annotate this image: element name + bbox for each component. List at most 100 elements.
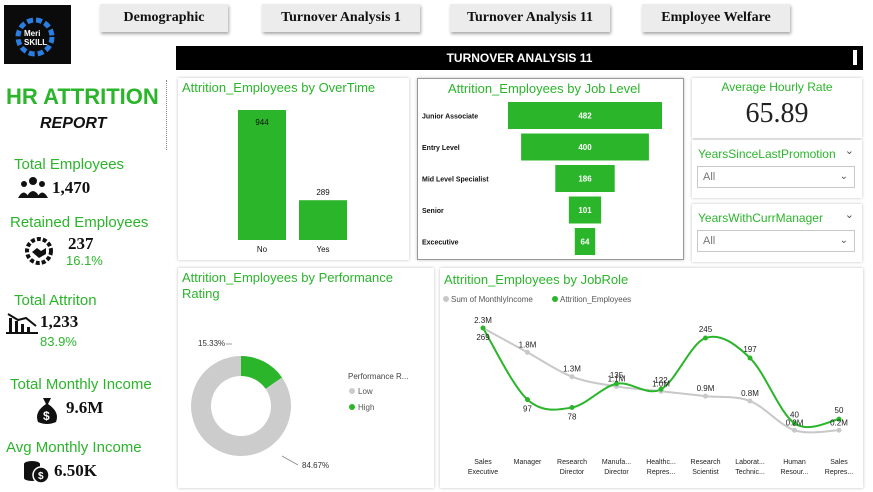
performance-legend-label[interactable]: High [358,403,374,412]
joblevel-chart-card: Attrition_Employees by Job Level 482 Juni… [417,78,684,260]
jobrole-category-label: Laborat... [735,459,765,466]
jobrole-legend-label[interactable]: Sum of MonthlyIncome [451,295,533,304]
attrition-data-label: 50 [835,406,844,415]
avg-income-value: 6.50K [54,461,97,480]
jobrole-category-label: Technic... [735,469,765,476]
jobrole-category-label: Sales [474,459,492,466]
income-point[interactable] [525,349,530,355]
svg-text:$: $ [43,409,50,423]
attrition-label: Total Attriton [14,292,97,309]
jobrole-category-label: Sales [830,459,848,466]
attrition-value: 1,233 [40,312,79,331]
joblevel-value-label: 482 [578,112,592,121]
joblevel-value-label: 64 [581,238,590,247]
performance-legend-label[interactable]: Low [358,387,373,396]
chevron-down-icon[interactable]: ⌄ [845,144,854,157]
joblevel-value-label: 186 [578,175,592,184]
income-data-label: 1.3M [563,365,581,374]
avg-hourly-card: Average Hourly Rate 65.89 [692,78,862,138]
report-subtitle: REPORT [40,115,107,132]
attrition-data-label: 197 [743,345,757,354]
income-data-label: 0.9M [697,384,715,393]
attrition-point[interactable] [703,335,708,341]
attrition-data-label: 135 [610,371,624,380]
jobrole-legend-marker [552,296,558,302]
performance-slice-label: 84.67% [302,461,329,470]
jobrole-category-label: Scientist [692,469,719,476]
manager-dropdown[interactable]: All ⌄ [697,230,855,252]
people-icon [18,177,48,198]
income-point[interactable] [747,398,753,404]
performance-chart: 15.33% 84.67% Performance R... Low High [191,339,408,470]
attrition-point[interactable] [569,405,575,411]
income-point[interactable] [569,374,575,380]
attrition-point[interactable] [747,355,753,361]
overtime-value-label: 944 [255,118,269,127]
income-point[interactable] [792,427,797,433]
joblevel-category-label: Senior [422,208,444,215]
jobrole-category-label: Repres... [647,469,675,476]
attrition-point[interactable] [525,397,530,403]
joblevel-value-label: 101 [578,206,592,215]
chevron-down-icon[interactable]: ⌄ [845,208,854,221]
overtime-value-label: 289 [316,188,330,197]
monthly-income-value: 9.6M [66,398,104,417]
chevron-down-icon: ⌄ [839,235,848,246]
attrition-data-label: 122 [654,376,668,385]
overtime-chart-card: Attrition_Employees by OverTime 944 No 289… [178,78,409,260]
joblevel-chart: 482 Junior Associate 400 Entry Level 186 Mid … [422,102,662,255]
attrition-data-label: 97 [523,405,532,414]
money-bag-icon: $ [37,398,57,424]
jobrole-legend-label[interactable]: Attrition_Employees [560,295,631,304]
avg-hourly-label: Average Hourly Rate [721,80,833,94]
page-title: TURNOVER ANALYSIS 11 [446,51,593,65]
income-point[interactable] [836,427,842,433]
jobrole-category-label: Research [691,459,721,466]
manager-dropdown-value: All [703,235,716,247]
jobrole-category-label: Executive [468,469,498,476]
jobrole-category-label: Human [783,459,806,466]
nav-demographic-button[interactable]: Demographic [100,4,228,32]
overtime-category-label: Yes [316,245,329,254]
promotion-dropdown-value: All [703,171,716,183]
income-data-label: 0.2M [830,418,848,427]
joblevel-category-label: Mid Level Specialist [422,177,489,184]
svg-text:$: $ [38,471,44,482]
promotion-slicer-label: YearsSinceLastPromotion [698,147,836,161]
retained-label: Retained Employees [10,214,149,231]
retained-value: 237 [68,234,94,253]
nav-turnover11-button[interactable]: Turnover Analysis 11 [450,4,610,32]
joblevel-category-label: Excecutive [422,240,459,247]
logo-text-top: Meri [24,29,41,38]
attrition-data-label: 245 [699,325,713,334]
jobrole-legend-marker [443,296,449,302]
jobrole-category-label: Manufa... [602,459,631,466]
kpi-panel: Total Employees 1,470 Retained Employees… [2,150,168,488]
total-employees-value: 1,470 [52,178,91,197]
jobrole-category-label: Director [604,469,629,476]
performance-leader-line [281,455,299,466]
page-title-bar: TURNOVER ANALYSIS 11 [176,46,863,70]
logo-text-bottom: SKILL [24,38,48,47]
chevron-down-icon: ⌄ [839,171,848,182]
overtime-chart: 944 No 289 Yes [238,110,347,254]
nav-welfare-button[interactable]: Employee Welfare [642,4,790,32]
attrition-point[interactable] [480,325,486,331]
income-data-label: 0.8M [741,389,759,398]
nav-turnover1-button[interactable]: Turnover Analysis 1 [262,4,420,32]
overtime-category-label: No [257,245,268,254]
income-data-label: 0.2M [786,418,804,427]
overtime-bar[interactable] [299,200,347,240]
promotion-dropdown[interactable]: All ⌄ [697,166,855,188]
overtime-chart-title: Attrition_Employees by OverTime [182,80,376,95]
income-point[interactable] [703,393,708,399]
income-data-label: 2.3M [474,316,492,325]
attrition-data-label: 78 [568,413,577,422]
performance-chart-title-1: Attrition_Employees by Performance [182,270,393,285]
overtime-bar[interactable] [238,110,286,240]
joblevel-chart-title: Attrition_Employees by Job Level [448,81,641,96]
promotion-slicer: YearsSinceLastPromotion ⌄ All ⌄ [692,140,862,198]
attrition-pct: 83.9% [40,334,77,349]
jobrole-chart-card: Attrition_Employees by JobRole Sum of Mo… [440,268,863,488]
performance-chart-card: Attrition_Employees by Performance Ratin… [178,268,434,488]
